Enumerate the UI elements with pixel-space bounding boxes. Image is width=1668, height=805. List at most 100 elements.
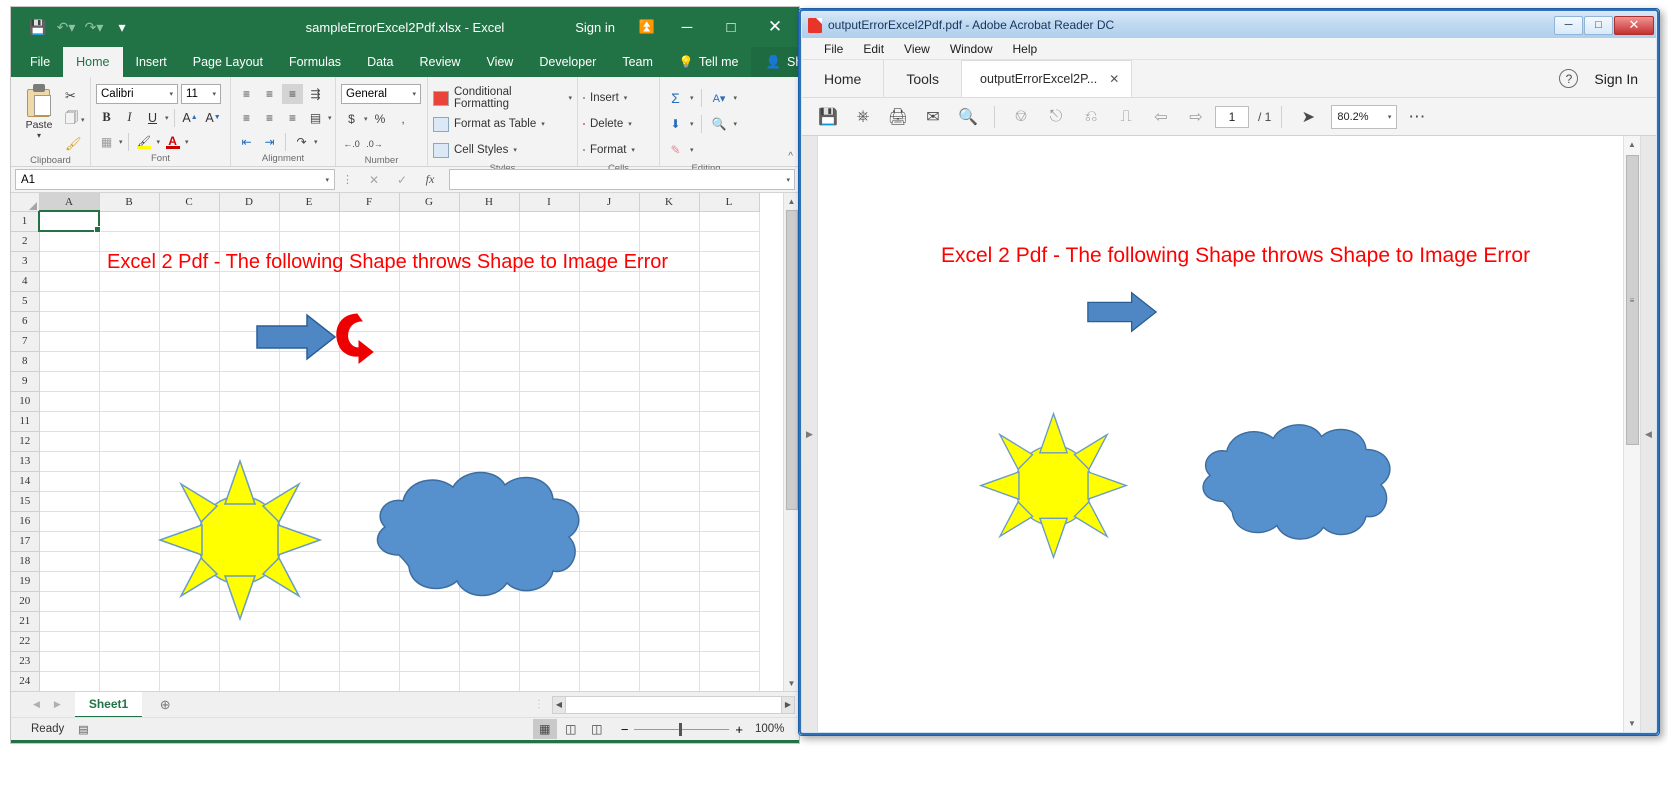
cell-C10[interactable] xyxy=(159,391,219,411)
page-layout-view-button[interactable]: ◫ xyxy=(559,719,583,739)
cell-G13[interactable] xyxy=(399,451,459,471)
cell-E9[interactable] xyxy=(279,371,339,391)
cell-A19[interactable] xyxy=(39,571,99,591)
cell-G10[interactable] xyxy=(399,391,459,411)
wrap-text-button[interactable]: ↷ xyxy=(291,132,312,152)
cell-A1[interactable] xyxy=(39,211,99,231)
underline-button[interactable]: U xyxy=(142,107,163,128)
cell-C9[interactable] xyxy=(159,371,219,391)
cell-K18[interactable] xyxy=(639,551,699,571)
column-header-j[interactable]: J xyxy=(579,193,639,211)
cell-H4[interactable] xyxy=(459,271,519,291)
cell-L18[interactable] xyxy=(699,551,759,571)
last-page-icon[interactable]: ⎍ xyxy=(1110,103,1142,131)
row-header-21[interactable]: 21 xyxy=(11,611,39,631)
tab-document[interactable]: outputErrorExcel2P... ✕ xyxy=(962,60,1132,97)
cell-E10[interactable] xyxy=(279,391,339,411)
page-number-input[interactable]: 1 xyxy=(1215,106,1249,128)
cell-D12[interactable] xyxy=(219,431,279,451)
cell-E21[interactable] xyxy=(279,611,339,631)
customize-quick-access-icon[interactable]: ▾ xyxy=(109,15,135,39)
align-top-button[interactable]: ≡ xyxy=(236,84,257,104)
cell-F23[interactable] xyxy=(339,651,399,671)
zoom-level-label[interactable]: 100% xyxy=(755,723,793,735)
acrobat-minimize-button[interactable]: ─ xyxy=(1554,16,1583,35)
cell-J19[interactable] xyxy=(579,571,639,591)
cell-I2[interactable] xyxy=(519,231,579,251)
cell-B20[interactable] xyxy=(99,591,159,611)
cell-I24[interactable] xyxy=(519,671,579,691)
cell-K13[interactable] xyxy=(639,451,699,471)
help-icon[interactable]: ? xyxy=(1559,69,1578,88)
cell-J14[interactable] xyxy=(579,471,639,491)
scroll-left-icon[interactable]: ◀ xyxy=(552,696,566,714)
fill-button[interactable]: ⬇ xyxy=(665,114,686,134)
cell-G20[interactable] xyxy=(399,591,459,611)
cell-E3[interactable] xyxy=(279,251,339,271)
align-bottom-button[interactable]: ≡ xyxy=(282,84,303,104)
cell-A9[interactable] xyxy=(39,371,99,391)
cell-A2[interactable] xyxy=(39,231,99,251)
cell-G12[interactable] xyxy=(399,431,459,451)
cell-D1[interactable] xyxy=(219,211,279,231)
cell-H12[interactable] xyxy=(459,431,519,451)
sheet-tab-sheet1[interactable]: Sheet1 xyxy=(75,692,142,718)
cell-F13[interactable] xyxy=(339,451,399,471)
chevron-down-icon[interactable]: ▾ xyxy=(690,146,694,154)
ribbon-display-options-icon[interactable]: ⏫ xyxy=(635,15,659,39)
column-header-g[interactable]: G xyxy=(399,193,459,211)
cell-H14[interactable] xyxy=(459,471,519,491)
cell-C18[interactable] xyxy=(159,551,219,571)
cell-L16[interactable] xyxy=(699,511,759,531)
row-header-3[interactable]: 3 xyxy=(11,251,39,271)
cell-J4[interactable] xyxy=(579,271,639,291)
chevron-down-icon[interactable]: ▾ xyxy=(169,90,173,98)
cell-I3[interactable] xyxy=(519,251,579,271)
cell-F5[interactable] xyxy=(339,291,399,311)
find-and-select-button[interactable]: 🔍 xyxy=(709,114,730,134)
next-sheet-icon[interactable]: ▶ xyxy=(54,699,61,710)
format-cells-button[interactable]: Format ▾ xyxy=(583,138,635,162)
cell-B16[interactable] xyxy=(99,511,159,531)
cell-H5[interactable] xyxy=(459,291,519,311)
tab-split-handle[interactable]: ⋮ xyxy=(526,699,552,710)
pdf-vertical-scrollbar[interactable]: ▲ ≡ ▼ xyxy=(1623,136,1640,732)
cell-E1[interactable] xyxy=(279,211,339,231)
cell-F17[interactable] xyxy=(339,531,399,551)
cell-G2[interactable] xyxy=(399,231,459,251)
cell-F8[interactable] xyxy=(339,351,399,371)
row-header-15[interactable]: 15 xyxy=(11,491,39,511)
cell-C11[interactable] xyxy=(159,411,219,431)
cell-B9[interactable] xyxy=(99,371,159,391)
cell-E22[interactable] xyxy=(279,631,339,651)
cell-D21[interactable] xyxy=(219,611,279,631)
cell-B3[interactable] xyxy=(99,251,159,271)
cell-K1[interactable] xyxy=(639,211,699,231)
cell-K23[interactable] xyxy=(639,651,699,671)
cell-G14[interactable] xyxy=(399,471,459,491)
cell-F18[interactable] xyxy=(339,551,399,571)
borders-dropdown-icon[interactable]: ▾ xyxy=(119,138,123,146)
row-header-5[interactable]: 5 xyxy=(11,291,39,311)
cell-C16[interactable] xyxy=(159,511,219,531)
undo-icon[interactable]: ↶▾ xyxy=(53,15,79,39)
cell-A5[interactable] xyxy=(39,291,99,311)
chevron-down-icon[interactable]: ▾ xyxy=(1388,113,1392,121)
cell-I8[interactable] xyxy=(519,351,579,371)
sort-and-filter-button[interactable]: A▾ xyxy=(709,88,730,108)
acrobat-maximize-button[interactable]: □ xyxy=(1584,16,1613,35)
cell-C23[interactable] xyxy=(159,651,219,671)
enter-formula-button[interactable]: ✓ xyxy=(388,169,416,190)
cell-C21[interactable] xyxy=(159,611,219,631)
row-header-4[interactable]: 4 xyxy=(11,271,39,291)
cell-F19[interactable] xyxy=(339,571,399,591)
cell-C2[interactable] xyxy=(159,231,219,251)
cell-L14[interactable] xyxy=(699,471,759,491)
search-icon[interactable]: 🔍 xyxy=(952,103,984,131)
cell-A15[interactable] xyxy=(39,491,99,511)
tell-me-box[interactable]: 💡 Tell me xyxy=(666,47,752,77)
cell-F24[interactable] xyxy=(339,671,399,691)
chevron-down-icon[interactable]: ▾ xyxy=(568,94,572,102)
tab-tools[interactable]: Tools xyxy=(884,60,962,97)
column-header-l[interactable]: L xyxy=(699,193,759,211)
